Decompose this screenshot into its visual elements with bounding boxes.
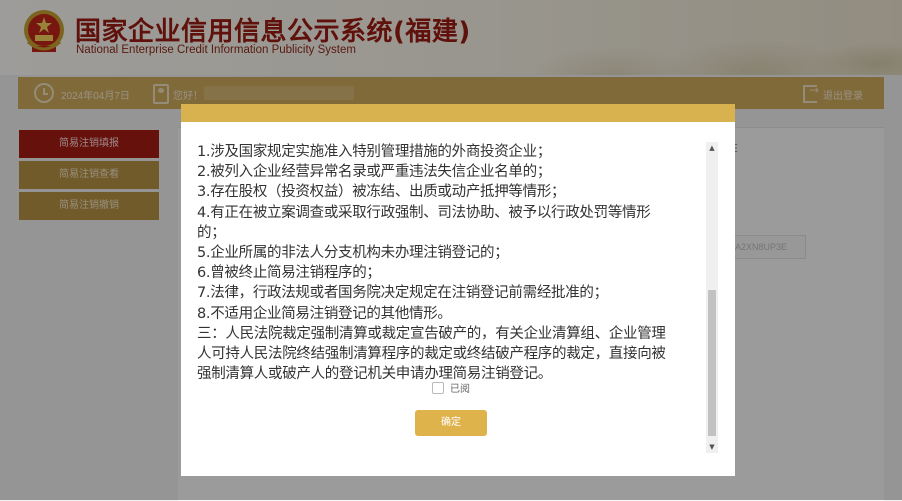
notice-line: 3.存在股权（投资权益）被冻结、出质或动产抵押等情形； bbox=[197, 184, 566, 201]
notice-line: 2.被列入企业经营异常名录或严重违法失信企业名单的； bbox=[197, 164, 552, 181]
scrollbar-thumb[interactable] bbox=[708, 290, 716, 436]
notice-line: 7.法律，行政法规或者国务院决定规定在注销登记前需经批准的； bbox=[197, 285, 608, 302]
dialog-scrollbar[interactable]: ▲ ▼ bbox=[706, 142, 718, 453]
notice-line: 6.曾被终止简易注销程序的； bbox=[197, 265, 381, 282]
notice-line: 1.涉及国家规定实施准入特别管理措施的外商投资企业； bbox=[197, 144, 552, 160]
notice-line: 5.企业所属的非法人分支机构未办理注销登记的； bbox=[197, 245, 509, 262]
notice-line: 的； bbox=[197, 224, 226, 241]
notice-line: 4.有正在被立案调查或采取行政强制、司法协助、被予以行政处罚等情形 bbox=[197, 204, 651, 221]
read-checkbox[interactable] bbox=[432, 382, 444, 394]
notice-line: 人可持人民法院终结强制清算程序的裁定或终结破产程序的裁定，直接向被 bbox=[197, 346, 666, 363]
notice-line: 8.不适用企业简易注销登记的其他情形。 bbox=[197, 305, 452, 322]
notice-line: 三：人民法院裁定强制清算或裁定宣告破产的，有关企业清算组、企业管理 bbox=[197, 325, 666, 342]
read-agreement[interactable]: 已阅 bbox=[432, 380, 470, 395]
notice-dialog: 1.涉及国家规定实施准入特别管理措施的外商投资企业； 2.被列入企业经营异常名录… bbox=[181, 104, 735, 476]
scroll-down-arrow-icon[interactable]: ▼ bbox=[706, 441, 718, 453]
dialog-title-bar bbox=[181, 104, 735, 122]
scroll-up-arrow-icon[interactable]: ▲ bbox=[706, 142, 718, 154]
confirm-button[interactable]: 确定 bbox=[415, 410, 487, 436]
notice-text: 1.涉及国家规定实施准入特别管理措施的外商投资企业； 2.被列入企业经营异常名录… bbox=[197, 142, 705, 447]
read-label: 已阅 bbox=[450, 384, 470, 395]
